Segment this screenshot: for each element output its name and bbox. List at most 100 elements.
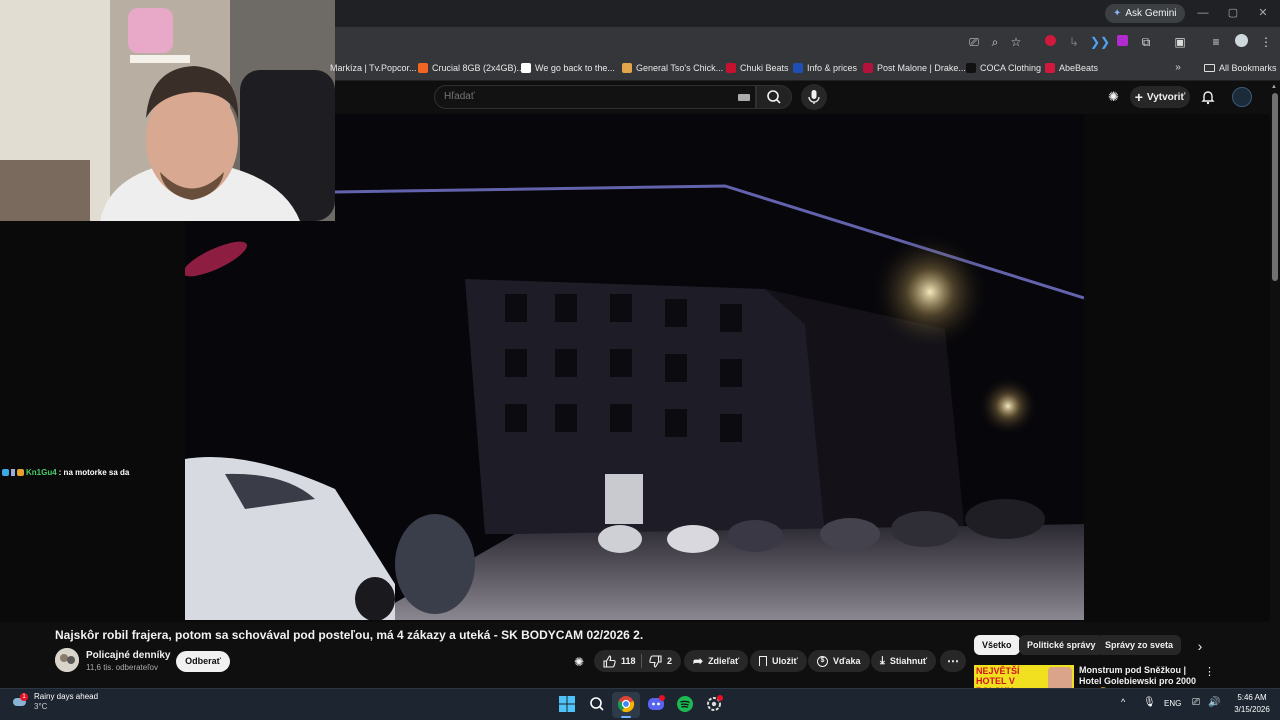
profile-avatar[interactable] bbox=[1233, 34, 1249, 50]
chevron-up-icon[interactable]: ^ bbox=[1121, 697, 1125, 707]
system-clock[interactable]: 5:46 AM 3/15/2026 bbox=[1228, 692, 1276, 716]
thumbnail-face bbox=[1048, 667, 1072, 689]
bookmark-label: Markíza | Tv.Popcor... bbox=[330, 63, 417, 73]
badge-icon bbox=[11, 468, 15, 476]
scroll-up-icon[interactable]: ▲ bbox=[1271, 84, 1277, 90]
create-label: Vytvoriť bbox=[1146, 91, 1186, 103]
search-button[interactable] bbox=[756, 85, 792, 109]
badge-icon bbox=[17, 468, 24, 476]
cast-icon[interactable]: ⎚ bbox=[966, 34, 982, 50]
chrome-icon[interactable] bbox=[617, 695, 635, 713]
reading-list-icon[interactable]: ≡ bbox=[1208, 34, 1224, 50]
bookmark-favicon-icon bbox=[793, 63, 803, 73]
weather-widget[interactable]: 1 Rainy days ahead 3°C bbox=[12, 692, 98, 712]
share-label: Zdieľať bbox=[708, 656, 740, 666]
bookmark-item[interactable]: COCA Clothing bbox=[966, 60, 1041, 76]
plus-icon: + bbox=[1134, 89, 1143, 105]
maximize-button[interactable]: ▢ bbox=[1218, 4, 1248, 22]
spotify-icon[interactable] bbox=[676, 695, 694, 713]
active-indicator bbox=[621, 716, 631, 718]
dislike-button[interactable]: 2 bbox=[642, 650, 682, 672]
search-input[interactable] bbox=[444, 91, 724, 102]
extension-icon[interactable]: ↳ bbox=[1066, 34, 1082, 50]
thanks-button[interactable]: $ Vďaka bbox=[808, 650, 870, 672]
chevron-right-icon[interactable]: » bbox=[1170, 60, 1186, 76]
extension-icon[interactable] bbox=[1042, 34, 1058, 50]
keyboard-icon[interactable] bbox=[738, 94, 750, 101]
bookmark-item[interactable]: Chuki Beats bbox=[726, 60, 789, 76]
extension-icon[interactable] bbox=[1114, 34, 1130, 50]
chip-all[interactable]: Všetko bbox=[974, 635, 1020, 655]
bookmark-item[interactable]: General Tso's Chick... bbox=[622, 60, 723, 76]
zoom-icon[interactable]: ⌕ bbox=[987, 34, 1003, 50]
bookmark-item[interactable]: Markíza | Tv.Popcor... bbox=[330, 60, 417, 76]
more-actions-button[interactable]: ⋯ bbox=[940, 650, 966, 672]
ask-gemini-button[interactable]: ✦ Ask Gemini bbox=[1105, 4, 1185, 23]
more-dots-icon[interactable]: ⋮ bbox=[1204, 665, 1215, 679]
dislike-count: 2 bbox=[667, 656, 673, 666]
chip-political-news[interactable]: Politické správy bbox=[1019, 635, 1104, 655]
bookmark-label: General Tso's Chick... bbox=[636, 63, 724, 73]
windows-start-icon[interactable] bbox=[558, 695, 576, 713]
ai-sparkle-icon[interactable]: ✺ bbox=[1108, 89, 1124, 105]
extensions-puzzle-icon[interactable]: ⧉ bbox=[1138, 34, 1154, 50]
thanks-icon: $ bbox=[817, 655, 828, 667]
bookmark-item[interactable]: Post Malone | Drake... bbox=[863, 60, 966, 76]
discord-icon[interactable] bbox=[647, 695, 665, 713]
microphone-icon[interactable]: 🎙 bbox=[1143, 697, 1156, 708]
search-icon[interactable] bbox=[588, 695, 606, 713]
bookmark-label: Post Malone | Drake... bbox=[877, 63, 966, 73]
thumbs-down-icon bbox=[649, 654, 662, 668]
save-button[interactable]: Uložiť bbox=[750, 650, 807, 672]
bell-icon[interactable] bbox=[1200, 89, 1216, 105]
chevron-right-icon[interactable]: › bbox=[1192, 637, 1208, 655]
badge-icon bbox=[2, 468, 9, 476]
share-icon: ➦ bbox=[693, 654, 704, 668]
bookmark-label: Crucial 8GB (2x4GB)... bbox=[432, 63, 525, 73]
windows-taskbar bbox=[0, 688, 1280, 720]
network-icon[interactable]: ⎚ bbox=[1192, 697, 1200, 708]
thanks-label: Vďaka bbox=[833, 656, 861, 666]
share-button[interactable]: ➦ Zdieľať bbox=[684, 650, 749, 672]
bookmark-label: Chuki Beats bbox=[740, 63, 789, 73]
bookmark-item[interactable]: Info & prices bbox=[793, 60, 857, 76]
search-box[interactable] bbox=[434, 85, 756, 109]
bookmark-favicon-icon bbox=[1045, 63, 1055, 73]
menu-dots-icon[interactable]: ⋮ bbox=[1258, 34, 1274, 50]
like-count: 118 bbox=[621, 656, 636, 666]
ai-sparkle-icon[interactable]: ✺ bbox=[574, 655, 588, 669]
minimize-button[interactable]: — bbox=[1188, 4, 1218, 22]
bookmark-label: Info & prices bbox=[807, 63, 858, 73]
input-language[interactable]: ENG bbox=[1164, 699, 1181, 708]
scrollbar-thumb[interactable] bbox=[1272, 93, 1278, 281]
bookmark-item[interactable]: We go back to the... bbox=[521, 60, 615, 76]
subscribe-button[interactable]: Odberať bbox=[176, 651, 230, 672]
chip-world-news[interactable]: Správy zo sveta bbox=[1097, 635, 1182, 655]
bookmark-favicon-icon bbox=[418, 63, 428, 73]
account-avatar[interactable] bbox=[1232, 87, 1252, 107]
channel-avatar[interactable] bbox=[55, 648, 79, 672]
bookmark-star-icon[interactable]: ☆ bbox=[1008, 34, 1024, 50]
like-button[interactable]: 118 bbox=[594, 650, 644, 672]
save-label: Uložiť bbox=[772, 656, 798, 666]
close-window-button[interactable]: ✕ bbox=[1248, 4, 1278, 22]
settings-gear-icon[interactable] bbox=[705, 695, 723, 713]
tab-search-icon[interactable]: ▣ bbox=[1172, 34, 1188, 50]
all-bookmarks[interactable]: All Bookmarks bbox=[1204, 60, 1277, 76]
bookmark-label: COCA Clothing bbox=[980, 63, 1042, 73]
channel-name[interactable]: Policajné denníky bbox=[86, 650, 170, 661]
volume-icon[interactable]: 🔊 bbox=[1208, 697, 1220, 708]
audio-extension-icon[interactable]: ❯❯ bbox=[1090, 34, 1110, 50]
weather-title: Rainy days ahead bbox=[34, 692, 99, 701]
voice-search-button[interactable] bbox=[801, 84, 827, 110]
bookmark-label: We go back to the... bbox=[535, 63, 615, 73]
more-dots-icon: ⋯ bbox=[947, 654, 959, 668]
download-label: Stiahnuť bbox=[889, 656, 928, 666]
create-button[interactable]: + Vytvoriť bbox=[1130, 86, 1190, 108]
bookmark-item[interactable]: AbeBeats bbox=[1045, 60, 1098, 76]
download-button[interactable]: ⤓ Stiahnuť bbox=[871, 650, 937, 672]
recommended-thumbnail[interactable]: NEJVĚTŠÍ HOTEL V POLSKU bbox=[974, 665, 1074, 689]
bookmark-favicon-icon bbox=[966, 63, 976, 73]
clock-date: 3/15/2026 bbox=[1234, 705, 1270, 714]
bookmark-item[interactable]: Crucial 8GB (2x4GB)... bbox=[418, 60, 524, 76]
